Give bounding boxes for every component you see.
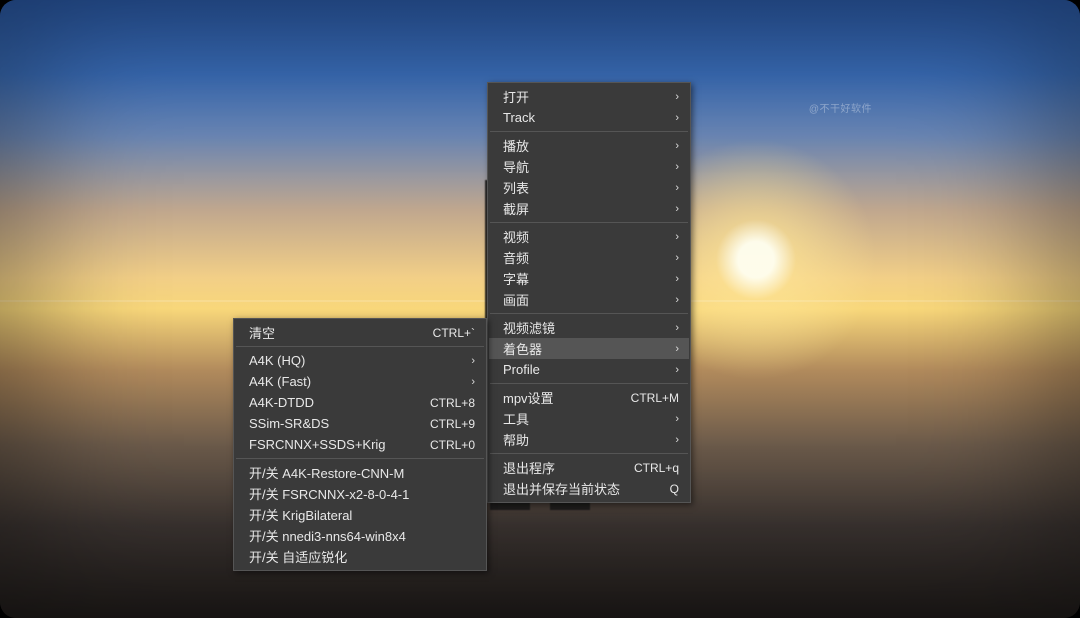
menu-item-item[interactable]: 视频滤镜 › — [489, 317, 689, 338]
shader-item-a4k-restore-cnn-m[interactable]: 开/关 A4K-Restore-CNN-M — [235, 462, 485, 483]
menu-item-label: 帮助 — [503, 430, 667, 449]
menu-separator — [236, 458, 484, 459]
menu-item-item[interactable]: 列表 › — [489, 177, 689, 198]
context-menu-shaders[interactable]: 清空 CTRL+` A4K (HQ) › A4K (Fast) › A4K-DTDD CTRL… — [233, 318, 487, 571]
menu-item-label: 音频 — [503, 248, 667, 267]
chevron-right-icon: › — [675, 322, 679, 334]
menu-item-label: 视频滤镜 — [503, 318, 667, 337]
menu-item-label: 开/关 FSRCNNX-x2-8-0-4-1 — [249, 484, 475, 503]
menu-item-label: 开/关 nnedi3-nns64-win8x4 — [249, 526, 475, 545]
chevron-right-icon: › — [675, 294, 679, 306]
menu-item-label: SSim-SR&DS — [249, 416, 412, 431]
menu-item-item[interactable]: 退出并保存当前状态 Q — [489, 478, 689, 499]
menu-item-label: 退出并保存当前状态 — [503, 479, 652, 498]
menu-item-label: 清空 — [249, 323, 415, 342]
menu-item-label: 开/关 KrigBilateral — [249, 505, 475, 524]
shader-item-nnedi3-nns64-win8x4[interactable]: 开/关 nnedi3-nns64-win8x4 — [235, 525, 485, 546]
chevron-right-icon: › — [675, 273, 679, 285]
menu-item-item[interactable]: 画面 › — [489, 289, 689, 310]
menu-item-label: 导航 — [503, 157, 667, 176]
shader-item-item[interactable]: 开/关 自适应锐化 — [235, 546, 485, 567]
menu-item-item[interactable]: 截屏 › — [489, 198, 689, 219]
shader-item-a4k-hq[interactable]: A4K (HQ) › — [235, 350, 485, 371]
menu-item-shortcut: CTRL+M — [631, 391, 679, 405]
menu-item-label: Profile — [503, 362, 667, 377]
shader-item-krigbilateral[interactable]: 开/关 KrigBilateral — [235, 504, 485, 525]
menu-item-label: 开/关 自适应锐化 — [249, 547, 475, 566]
chevron-right-icon: › — [675, 112, 679, 124]
menu-item-item[interactable]: 打开 › — [489, 86, 689, 107]
menu-separator — [490, 383, 688, 384]
menu-item-label: 列表 — [503, 178, 667, 197]
chevron-right-icon: › — [471, 355, 475, 367]
menu-separator — [490, 453, 688, 454]
chevron-right-icon: › — [675, 140, 679, 152]
menu-separator — [236, 346, 484, 347]
menu-separator — [490, 131, 688, 132]
menu-item-track[interactable]: Track › — [489, 107, 689, 128]
chevron-right-icon: › — [675, 364, 679, 376]
menu-item-label: 开/关 A4K-Restore-CNN-M — [249, 463, 475, 482]
shader-item-a4k-dtdd[interactable]: A4K-DTDD CTRL+8 — [235, 392, 485, 413]
watermark-text: @不干好软件 — [809, 100, 872, 115]
chevron-right-icon: › — [675, 413, 679, 425]
menu-item-label: 字幕 — [503, 269, 667, 288]
menu-item-item[interactable]: 音频 › — [489, 247, 689, 268]
menu-item-label: 工具 — [503, 409, 667, 428]
chevron-right-icon: › — [675, 343, 679, 355]
menu-item-shortcut: CTRL+0 — [430, 438, 475, 452]
menu-item-item[interactable]: 帮助 › — [489, 429, 689, 450]
menu-item-label: 打开 — [503, 87, 667, 106]
menu-item-label: FSRCNNX+SSDS+Krig — [249, 437, 412, 452]
shader-item-fsrcnnx-ssds-krig[interactable]: FSRCNNX+SSDS+Krig CTRL+0 — [235, 434, 485, 455]
menu-item-label: 截屏 — [503, 199, 667, 218]
menu-item-label: A4K (HQ) — [249, 353, 463, 368]
menu-item-item[interactable]: 视频 › — [489, 226, 689, 247]
menu-item-item[interactable]: 导航 › — [489, 156, 689, 177]
menu-item-label: A4K-DTDD — [249, 395, 412, 410]
menu-item-shortcut: CTRL+9 — [430, 417, 475, 431]
menu-item-profile[interactable]: Profile › — [489, 359, 689, 380]
chevron-right-icon: › — [675, 231, 679, 243]
menu-item-item[interactable]: 退出程序 CTRL+q — [489, 457, 689, 478]
chevron-right-icon: › — [471, 376, 475, 388]
menu-item-item[interactable]: 着色器 › — [489, 338, 689, 359]
menu-item-shortcut: Q — [670, 482, 679, 496]
menu-item-item[interactable]: 字幕 › — [489, 268, 689, 289]
menu-item-item[interactable]: 播放 › — [489, 135, 689, 156]
menu-item-label: A4K (Fast) — [249, 374, 463, 389]
menu-item-label: Track — [503, 110, 667, 125]
menu-item-shortcut: CTRL+8 — [430, 396, 475, 410]
chevron-right-icon: › — [675, 91, 679, 103]
chevron-right-icon: › — [675, 203, 679, 215]
menu-item-shortcut: CTRL+` — [433, 326, 475, 340]
menu-separator — [490, 313, 688, 314]
chevron-right-icon: › — [675, 434, 679, 446]
shader-item-item[interactable]: 清空 CTRL+` — [235, 322, 485, 343]
menu-item-label: 播放 — [503, 136, 667, 155]
shader-item-a4k-fast[interactable]: A4K (Fast) › — [235, 371, 485, 392]
menu-item-item[interactable]: 工具 › — [489, 408, 689, 429]
menu-item-label: 画面 — [503, 290, 667, 309]
menu-item-label: 着色器 — [503, 339, 667, 358]
chevron-right-icon: › — [675, 252, 679, 264]
video-player-frame: @不干好软件 打开 › Track › 播放 › 导航 › 列表 › 截屏 › 视频 › 音频 › 字幕 › 画面 ›… — [0, 0, 1080, 618]
menu-item-label: 视频 — [503, 227, 667, 246]
menu-separator — [490, 222, 688, 223]
shader-item-fsrcnnx-x2-8-0-4-1[interactable]: 开/关 FSRCNNX-x2-8-0-4-1 — [235, 483, 485, 504]
menu-item-shortcut: CTRL+q — [634, 461, 679, 475]
menu-item-label: 退出程序 — [503, 458, 616, 477]
menu-item-label: mpv设置 — [503, 388, 613, 407]
menu-item-mpv[interactable]: mpv设置 CTRL+M — [489, 387, 689, 408]
chevron-right-icon: › — [675, 161, 679, 173]
chevron-right-icon: › — [675, 182, 679, 194]
context-menu-main[interactable]: 打开›Track›播放›导航›列表›截屏›视频›音频›字幕›画面›视频滤镜›着色… — [487, 82, 691, 503]
shader-item-ssim-sr-ds[interactable]: SSim-SR&DS CTRL+9 — [235, 413, 485, 434]
